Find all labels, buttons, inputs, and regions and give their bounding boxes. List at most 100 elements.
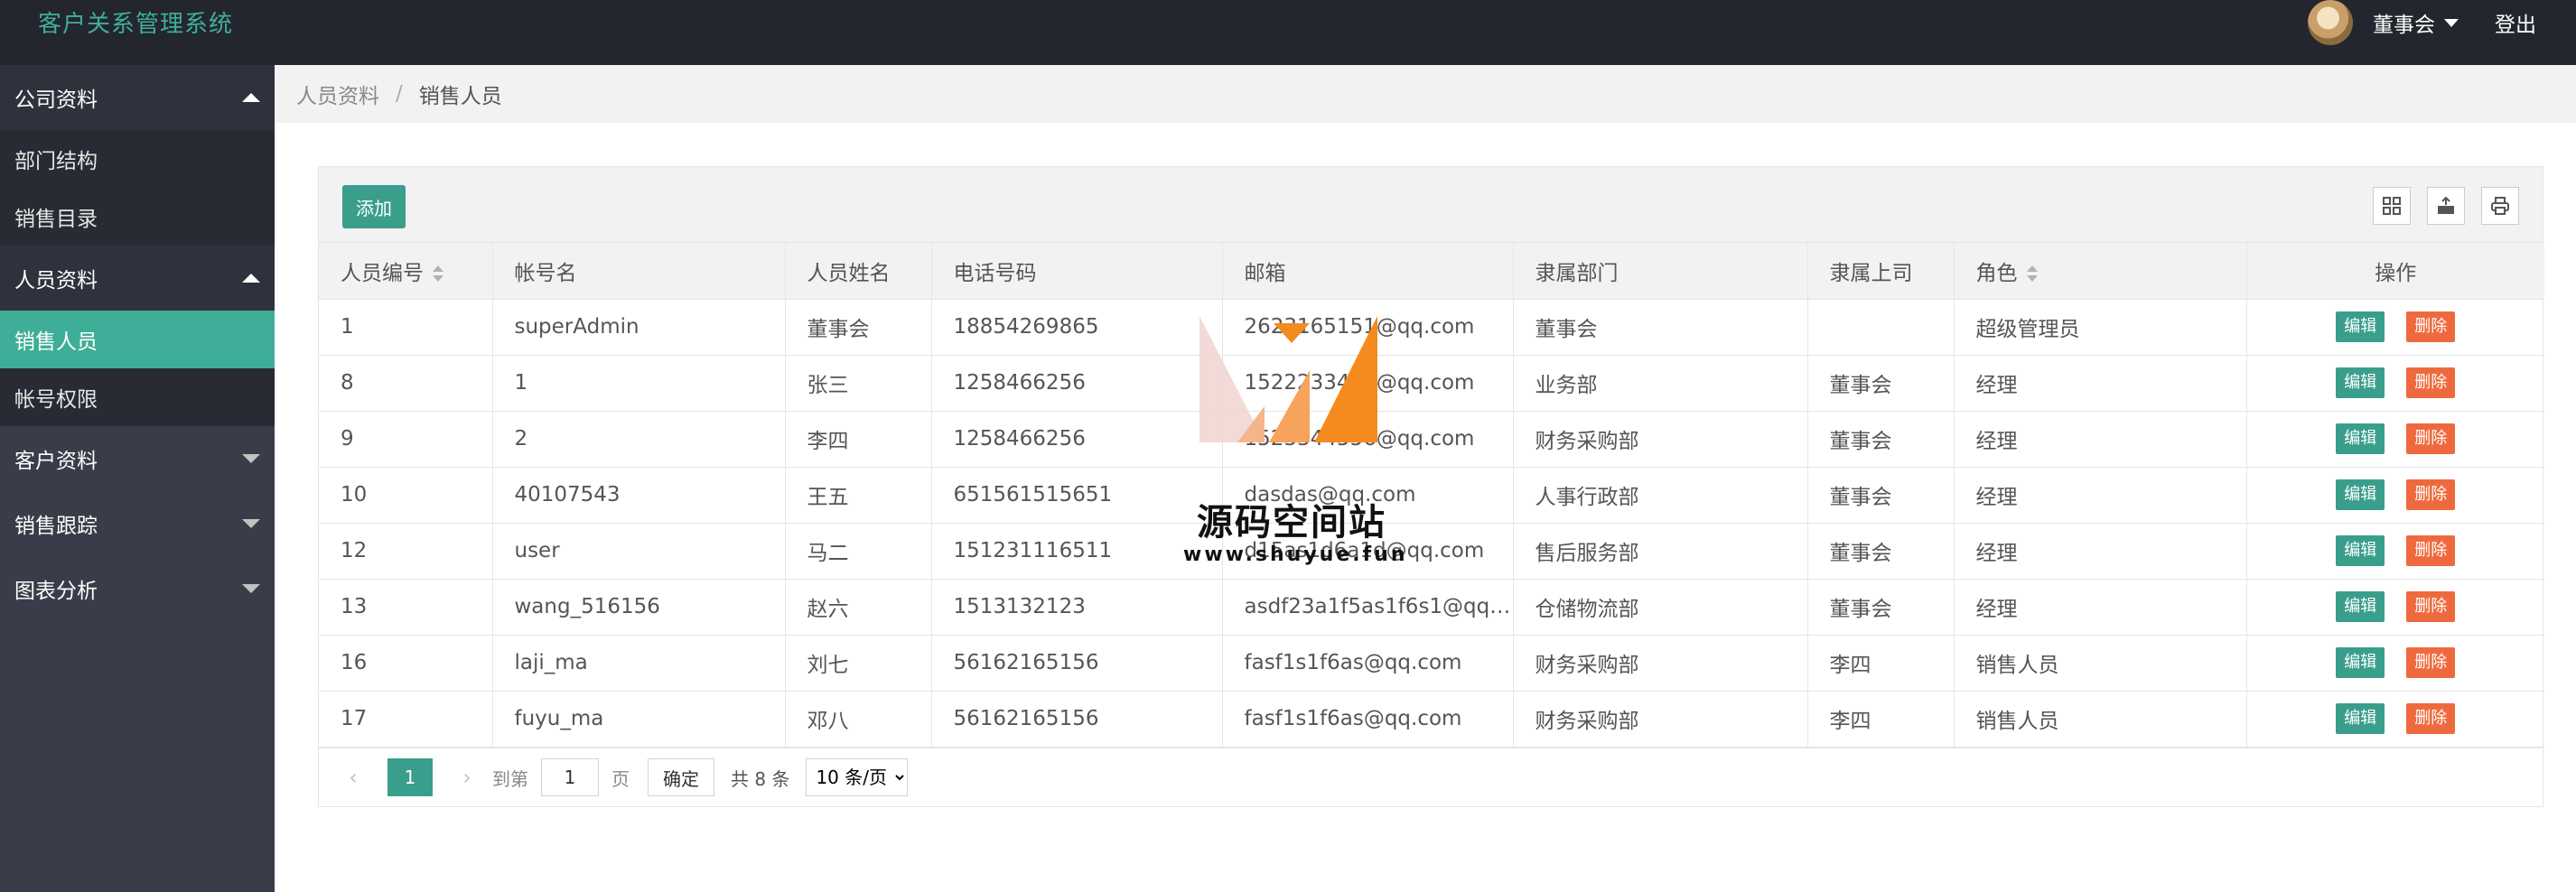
cell-email: 2623165151@qq.com bbox=[1222, 299, 1514, 356]
cell-actions: 编辑 删除 bbox=[2246, 355, 2544, 412]
delete-button[interactable]: 删除 bbox=[2406, 591, 2456, 622]
user-menu[interactable]: 董事会 bbox=[2373, 7, 2459, 38]
next-page-icon[interactable]: › bbox=[454, 765, 480, 790]
delete-button[interactable]: 删除 bbox=[2406, 647, 2456, 678]
export-icon[interactable] bbox=[2427, 187, 2465, 225]
cell-name: 李四 bbox=[785, 411, 932, 468]
cell-supervisor: 李四 bbox=[1807, 691, 1955, 748]
sort-icon[interactable] bbox=[433, 265, 443, 283]
table-row: 1 superAdmin 董事会 18854269865 2623165151@qq.c… bbox=[319, 299, 2544, 356]
page-1-button[interactable]: 1 bbox=[387, 758, 433, 796]
cell-role: 销售人员 bbox=[1954, 635, 2247, 692]
chevron-down-icon bbox=[2444, 18, 2459, 27]
breadcrumb-parent[interactable]: 人员资料 bbox=[296, 79, 379, 109]
cell-account: wang_516156 bbox=[492, 579, 786, 636]
delete-button[interactable]: 删除 bbox=[2406, 535, 2456, 566]
delete-button[interactable]: 删除 bbox=[2406, 703, 2456, 734]
delete-button[interactable]: 删除 bbox=[2406, 479, 2456, 510]
edit-button[interactable]: 编辑 bbox=[2336, 367, 2385, 398]
table-row: 9 2 李四 1258466256 1523344556@qq.com 财务采购部 董事会经… bbox=[319, 411, 2544, 468]
user-area: 董事会 登出 bbox=[2308, 0, 2576, 45]
edit-button[interactable]: 编辑 bbox=[2336, 703, 2385, 734]
edit-button[interactable]: 编辑 bbox=[2336, 535, 2385, 566]
goto-page-input[interactable] bbox=[541, 758, 599, 796]
column-header-supervisor: 隶属上司 bbox=[1807, 243, 1955, 300]
cell-supervisor: 董事会 bbox=[1807, 355, 1955, 412]
column-header-phone: 电话号码 bbox=[931, 243, 1223, 300]
table-row: 16 laji_ma 刘七 56162165156 fasf1s1f6as@qq.com… bbox=[319, 635, 2544, 692]
cell-account: user bbox=[492, 523, 786, 580]
cell-phone: 151231116511 bbox=[931, 523, 1223, 580]
edit-button[interactable]: 编辑 bbox=[2336, 423, 2385, 454]
sidebar-group-label: 人员资料 bbox=[14, 269, 98, 293]
cell-department: 董事会 bbox=[1513, 299, 1808, 356]
delete-button[interactable]: 删除 bbox=[2406, 311, 2456, 342]
cell-actions: 编辑 删除 bbox=[2246, 691, 2544, 748]
cell-role: 经理 bbox=[1954, 467, 2247, 524]
cell-name: 邓八 bbox=[785, 691, 932, 748]
page-label: 页 bbox=[611, 767, 630, 790]
column-header-account: 帐号名 bbox=[492, 243, 786, 300]
sidebar-group-personnel[interactable]: 人员资料 bbox=[0, 246, 275, 311]
cell-account: 2 bbox=[492, 411, 786, 468]
table-panel: 添加 人员编号 帐号名 人员姓名 电话号码 邮箱 隶属部门 隶属上司 角色 操作… bbox=[318, 166, 2544, 807]
app-title[interactable]: 客户关系管理系统 bbox=[38, 5, 233, 39]
sidebar-group-label: 客户资料 bbox=[14, 450, 98, 473]
cell-account: 40107543 bbox=[492, 467, 786, 524]
cell-role: 经理 bbox=[1954, 355, 2247, 412]
cell-role: 经理 bbox=[1954, 523, 2247, 580]
cell-email: 1523344556@qq.com bbox=[1222, 411, 1514, 468]
page-size-select[interactable]: 10 条/页 bbox=[806, 758, 909, 796]
cell-department: 财务采购部 bbox=[1513, 691, 1808, 748]
sidebar-group-customers[interactable]: 客户资料 bbox=[0, 426, 275, 491]
top-bar: 客户关系管理系统 董事会 登出 bbox=[0, 0, 2576, 65]
chevron-up-icon bbox=[242, 93, 260, 102]
add-button[interactable]: 添加 bbox=[342, 185, 406, 228]
cell-id: 17 bbox=[319, 691, 493, 748]
cell-name: 董事会 bbox=[785, 299, 932, 356]
sidebar-group-sales-tracking[interactable]: 销售跟踪 bbox=[0, 491, 275, 556]
prev-page-icon[interactable]: ‹ bbox=[341, 765, 366, 790]
columns-icon[interactable] bbox=[2373, 187, 2411, 225]
cell-phone: 56162165156 bbox=[931, 691, 1223, 748]
column-header-role[interactable]: 角色 bbox=[1954, 243, 2247, 300]
cell-phone: 1258466256 bbox=[931, 411, 1223, 468]
column-header-email: 邮箱 bbox=[1222, 243, 1514, 300]
cell-name: 刘七 bbox=[785, 635, 932, 692]
logout-link[interactable]: 登出 bbox=[2495, 7, 2536, 38]
edit-button[interactable]: 编辑 bbox=[2336, 311, 2385, 342]
delete-button[interactable]: 删除 bbox=[2406, 367, 2456, 398]
sidebar-item-account-permissions[interactable]: 帐号权限 bbox=[0, 368, 275, 426]
user-avatar[interactable] bbox=[2308, 0, 2353, 45]
print-icon[interactable] bbox=[2481, 187, 2519, 225]
cell-department: 业务部 bbox=[1513, 355, 1808, 412]
cell-supervisor bbox=[1807, 299, 1955, 356]
sidebar-item-department[interactable]: 部门结构 bbox=[0, 130, 275, 188]
goto-confirm-button[interactable]: 确定 bbox=[648, 758, 714, 796]
sort-icon[interactable] bbox=[2026, 265, 2038, 283]
table-row: 12 user 马二 151231116511 d15as1d6a1d@qq.com 售后… bbox=[319, 523, 2544, 580]
delete-button[interactable]: 删除 bbox=[2406, 423, 2456, 454]
cell-actions: 编辑 删除 bbox=[2246, 579, 2544, 636]
column-header-name: 人员姓名 bbox=[785, 243, 932, 300]
sidebar-group-company[interactable]: 公司资料 bbox=[0, 65, 275, 130]
cell-id: 12 bbox=[319, 523, 493, 580]
edit-button[interactable]: 编辑 bbox=[2336, 647, 2385, 678]
edit-button[interactable]: 编辑 bbox=[2336, 591, 2385, 622]
table-row: 10 40107543 王五 651561515651 dasdas@qq.com 人事行… bbox=[319, 467, 2544, 524]
cell-name: 王五 bbox=[785, 467, 932, 524]
cell-role: 经理 bbox=[1954, 411, 2247, 468]
cell-phone: 1258466256 bbox=[931, 355, 1223, 412]
sidebar-group-charts[interactable]: 图表分析 bbox=[0, 556, 275, 621]
sidebar: 公司资料 部门结构 销售目录 人员资料 销售人员 帐号权限 客户资料 销售跟踪 … bbox=[0, 65, 275, 892]
cell-actions: 编辑 删除 bbox=[2246, 523, 2544, 580]
cell-id: 1 bbox=[319, 299, 493, 356]
edit-button[interactable]: 编辑 bbox=[2336, 479, 2385, 510]
cell-department: 仓储物流部 bbox=[1513, 579, 1808, 636]
breadcrumb-current: 销售人员 bbox=[418, 85, 502, 108]
cell-supervisor: 董事会 bbox=[1807, 467, 1955, 524]
cell-id: 10 bbox=[319, 467, 493, 524]
sidebar-item-sales-catalog[interactable]: 销售目录 bbox=[0, 188, 275, 246]
sidebar-item-salespeople[interactable]: 销售人员 bbox=[0, 311, 275, 368]
column-header-id[interactable]: 人员编号 bbox=[319, 243, 493, 300]
